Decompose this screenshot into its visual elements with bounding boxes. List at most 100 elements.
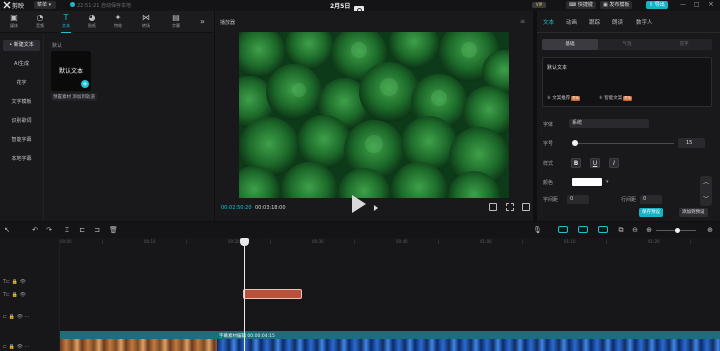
playhead[interactable] <box>244 238 245 351</box>
color-swatch[interactable] <box>572 178 602 186</box>
next-frame-icon[interactable] <box>374 205 378 211</box>
text-content-field[interactable]: 默认文本 ⁜ 文案推荐 限免 ⁜ 智能文案 限免 <box>542 57 712 107</box>
shortcut-button[interactable]: ⌨ 快捷键 <box>566 1 596 9</box>
tab-sticker[interactable]: ◕ 贴纸 <box>80 13 104 31</box>
tick-label: | <box>270 239 272 244</box>
text-track-1-controls[interactable]: T⊏ 🔒 👁 <box>3 279 26 285</box>
maximize-icon[interactable]: □ <box>694 1 700 8</box>
underline-button[interactable]: U <box>590 158 600 168</box>
minimize-icon[interactable]: — <box>680 1 686 8</box>
sidebar-item-text-template[interactable]: 文字模板 <box>3 97 40 108</box>
smart-copy-label: 智能文案 <box>604 96 623 101</box>
video-clip-thumbnails-second <box>217 339 720 351</box>
linkage-icon[interactable] <box>598 226 608 233</box>
scroll-control[interactable]: ︿ ﹀ <box>700 176 712 206</box>
vip-badge[interactable]: VIP <box>532 2 546 8</box>
text-presets: 默认 默认文本 + 预置素材 添加到轨道 <box>46 34 214 221</box>
save-preset-button[interactable]: 保存预设 <box>639 208 663 217</box>
free-badge: 限免 <box>623 96 633 101</box>
text-clip[interactable] <box>243 289 302 299</box>
preview-axis-icon[interactable]: ⧉ <box>617 226 625 234</box>
line-spacing-input[interactable]: 0 <box>640 195 662 204</box>
subtab-bubble[interactable]: 气泡 <box>599 39 655 50</box>
tab-digital-human[interactable]: 数字人 <box>636 18 653 26</box>
sidebar-item-lyrics[interactable]: 识别歌词 <box>3 116 40 127</box>
chevron-down-icon[interactable]: ﹀ <box>703 194 709 203</box>
tab-text-label: 文本 <box>62 23 70 28</box>
player-menu-icon[interactable]: ≡ <box>520 18 525 25</box>
tab-subtitle[interactable]: ▤ 字幕 <box>164 13 188 31</box>
tick-label: 01:00 <box>480 239 492 244</box>
microphone-icon[interactable]: 🎙 <box>533 226 542 234</box>
sidebar-item-local-subtitle[interactable]: 本地字幕 <box>3 154 40 165</box>
undo-icon[interactable]: ↶ <box>31 226 39 234</box>
recommend-copy-option[interactable]: ⁜ 文案推荐 限免 <box>547 95 581 101</box>
text-content-value: 默认文本 <box>547 65 568 71</box>
split-icon[interactable]: ⌶ <box>63 226 71 234</box>
redo-icon[interactable]: ↷ <box>45 226 53 234</box>
zoom-out-icon[interactable]: ⊖ <box>631 226 639 234</box>
chevron-up-icon[interactable]: ︿ <box>703 177 709 186</box>
zoom-fit-icon[interactable]: ⊕ <box>645 226 653 234</box>
smart-copy-option[interactable]: ⁜ 智能文案 限免 <box>599 95 633 101</box>
menu-button[interactable]: 菜单 ▾ <box>34 1 56 9</box>
tab-transition[interactable]: ⋈ 转场 <box>134 13 158 31</box>
fullscreen-icon[interactable] <box>522 203 530 211</box>
font-select[interactable]: 系统 <box>569 119 649 128</box>
sidebar-item-new-text[interactable]: • 新建文本 <box>3 40 40 51</box>
delete-icon[interactable]: 🗑 <box>109 226 118 234</box>
chevron-down-icon[interactable]: ▾ <box>606 179 609 185</box>
export-button[interactable]: ⇪ 导出 <box>646 1 668 9</box>
add-to-preset-button[interactable]: 添加到预设 <box>679 208 708 217</box>
tab-read-aloud[interactable]: 朗读 <box>612 18 623 26</box>
sidebar-item-ai-generate[interactable]: AI生成 <box>3 59 40 70</box>
default-text-card-label: 默认文本 <box>58 68 83 75</box>
tab-audio[interactable]: ◔ 音频 <box>28 13 52 31</box>
tab-text[interactable]: T 文本 <box>54 13 78 33</box>
size-input[interactable]: 15 <box>678 138 705 148</box>
more-tabs-icon[interactable]: » <box>200 17 205 26</box>
time-ruler[interactable]: 00:00 | 00:10 | 00:20 | 00:30 | 00:40 | … <box>60 238 720 247</box>
tab-effects[interactable]: ✦ 特效 <box>106 13 130 31</box>
color-label: 颜色 <box>543 180 554 186</box>
main-track-magnet-icon[interactable] <box>558 226 568 233</box>
video-preview[interactable] <box>239 32 509 198</box>
video-clip[interactable] <box>60 331 720 351</box>
tick-label: | <box>690 239 692 244</box>
zoom-slider-thumb[interactable] <box>675 228 680 233</box>
subtab-basic[interactable]: 基础 <box>542 39 598 50</box>
select-tool-icon[interactable]: ↖ <box>3 226 11 234</box>
tab-media-label: 媒体 <box>10 23 18 28</box>
sidebar-item-smart-subtitle[interactable]: 智能字幕 <box>3 135 40 146</box>
letter-spacing-input[interactable]: 0 <box>567 195 589 204</box>
sidebar-item-fancy-text[interactable]: 花字 <box>3 78 40 89</box>
publish-template-button[interactable]: ▣ 发布模板 <box>600 1 633 9</box>
tab-text-props[interactable]: 文本 <box>543 18 554 26</box>
add-to-track-tooltip: 预置素材 添加到轨道 <box>51 93 97 101</box>
tabs-divider <box>537 32 720 33</box>
aspect-ratio-icon[interactable] <box>506 203 514 211</box>
auto-snap-icon[interactable] <box>578 226 588 233</box>
project-title[interactable]: 2月5日 <box>330 1 350 10</box>
app-name: 剪映 <box>12 3 25 10</box>
split-right-icon[interactable]: ⊐ <box>93 226 101 234</box>
italic-button[interactable]: I <box>609 158 619 168</box>
close-icon[interactable]: × <box>708 0 714 8</box>
subtab-fancy[interactable]: 花字 <box>656 39 712 50</box>
tab-animation[interactable]: 动画 <box>566 18 577 26</box>
size-slider-thumb[interactable] <box>572 140 578 146</box>
video-track-2-controls[interactable]: ⊏ 🔒 👁 ⋯ <box>3 344 30 350</box>
bold-button[interactable]: B <box>571 158 581 168</box>
focus-frame-icon[interactable] <box>489 203 497 211</box>
tab-media[interactable]: ▣ 媒体 <box>2 13 26 31</box>
add-icon[interactable]: + <box>81 80 89 88</box>
playhead-handle[interactable] <box>240 238 249 246</box>
default-text-card[interactable]: 默认文本 + <box>51 51 91 91</box>
size-slider[interactable] <box>574 143 674 144</box>
tab-tracking[interactable]: 跟踪 <box>589 18 600 26</box>
play-icon[interactable] <box>352 195 366 213</box>
split-left-icon[interactable]: ⊏ <box>78 226 86 234</box>
zoom-in-icon[interactable]: ⊕ <box>706 226 714 234</box>
text-track-2-controls[interactable]: T⊏ 🔒 👁 <box>3 292 26 298</box>
video-track-1-controls[interactable]: ⊏ 🔒 👁 ⋯ <box>3 314 30 320</box>
